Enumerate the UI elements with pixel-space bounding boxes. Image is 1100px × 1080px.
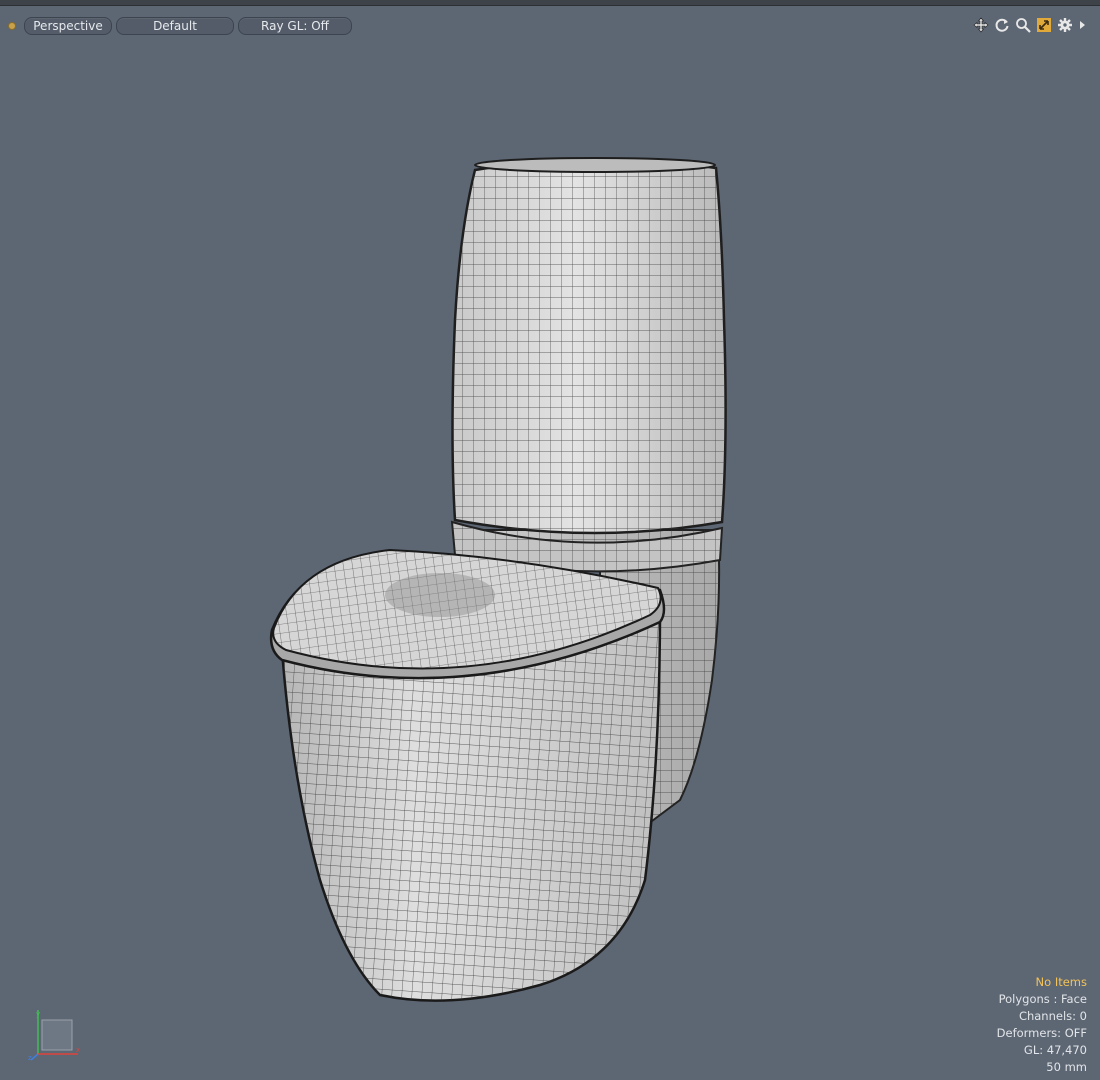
polygons-status: Polygons : Face <box>998 992 1087 1006</box>
zoom-view-icon[interactable] <box>1015 17 1031 33</box>
axis-z-label: z <box>28 1054 32 1062</box>
move-view-icon[interactable] <box>973 17 989 33</box>
toilet-mesh-model[interactable] <box>0 6 1100 1080</box>
expand-arrow-icon[interactable] <box>1078 17 1086 33</box>
selection-status: No Items <box>1035 975 1087 989</box>
gl-poly-count: GL: 47,470 <box>1023 1043 1087 1057</box>
shading-dropdown[interactable]: Default <box>116 17 234 35</box>
viewport-toolbar: Perspective Default Ray GL: Off <box>6 16 356 36</box>
raygl-toggle[interactable]: Ray GL: Off <box>238 17 352 35</box>
axis-y-label: y <box>36 1010 40 1018</box>
channels-status: Channels: 0 <box>1018 1009 1087 1023</box>
3d-viewport[interactable]: Perspective Default Ray GL: Off y x z No… <box>0 6 1100 1080</box>
view-mode-dropdown[interactable]: Perspective <box>24 17 112 35</box>
axis-gizmo: y x z <box>28 1010 80 1062</box>
viewport-info-hud: No Items Polygons : Face Channels: 0 Def… <box>997 974 1087 1076</box>
deformers-status: Deformers: OFF <box>996 1026 1087 1040</box>
settings-gear-icon[interactable] <box>1057 17 1073 33</box>
axis-x-label: x <box>76 1046 80 1054</box>
rotate-view-icon[interactable] <box>994 17 1010 33</box>
viewport-nav-icons <box>973 17 1086 33</box>
lens-focal-length: 50 mm <box>1046 1060 1087 1074</box>
viewport-menu-dot-icon[interactable] <box>8 22 16 30</box>
fit-view-icon[interactable] <box>1036 17 1052 33</box>
